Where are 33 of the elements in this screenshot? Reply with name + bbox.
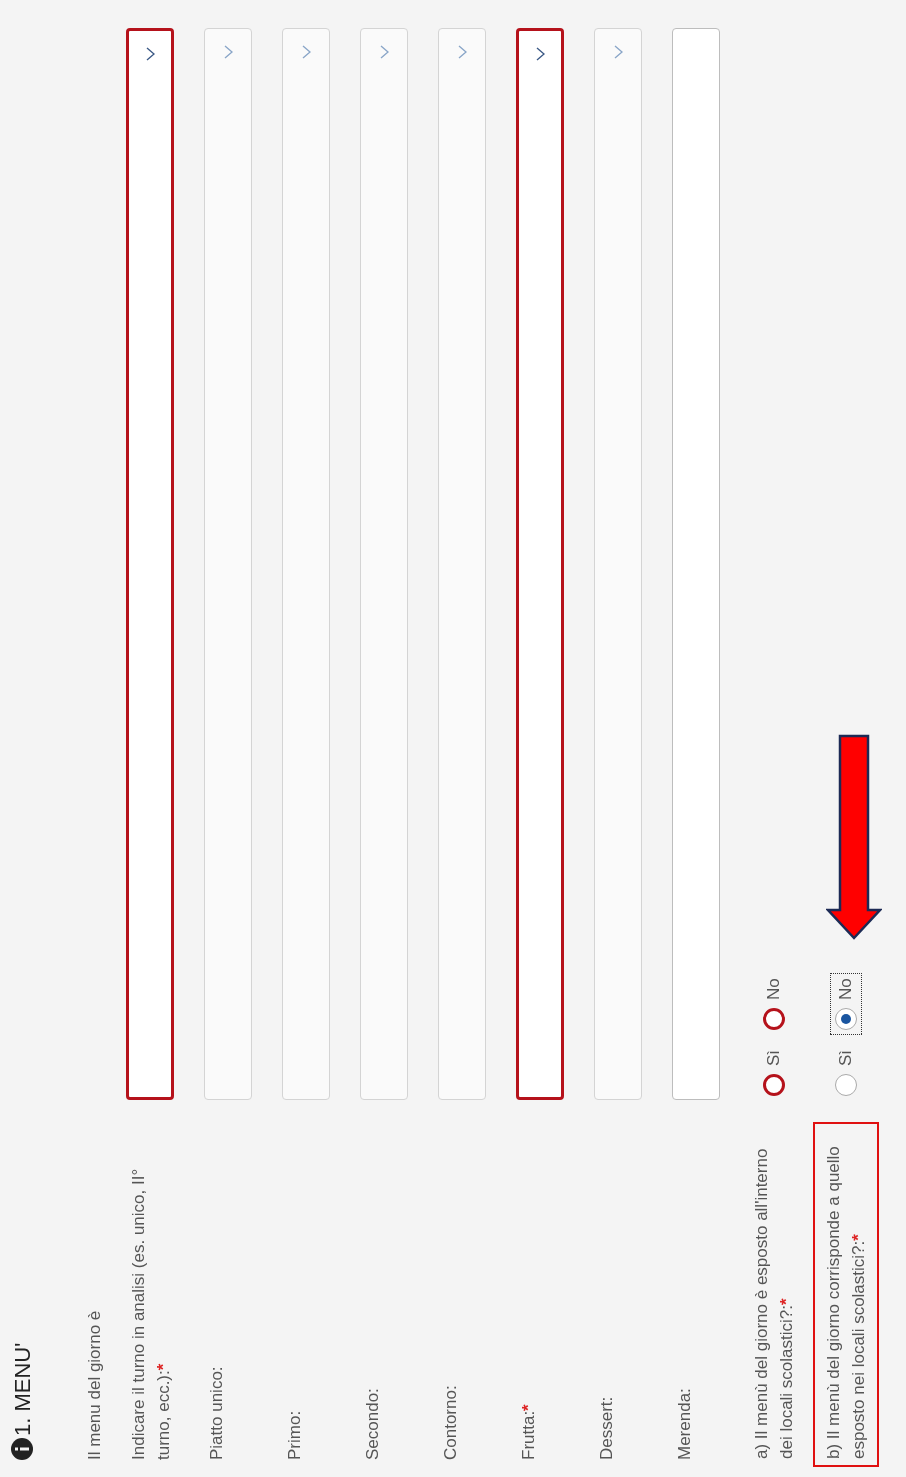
field-label: Primo:: [285, 1410, 304, 1460]
radio-label: Sì: [763, 1049, 785, 1066]
dropdown-field[interactable]: [126, 28, 174, 1100]
radio-button[interactable]: [763, 1007, 785, 1030]
dropdown-field[interactable]: [516, 28, 564, 1100]
input-field[interactable]: [672, 28, 720, 1100]
radio-label: No: [835, 978, 857, 1000]
field-label: Contorno:: [441, 1385, 460, 1460]
chevron-down-icon: [613, 45, 623, 59]
radio-label: No: [763, 978, 785, 1000]
section-title: 1. MENU': [8, 1342, 36, 1436]
chevron-down-icon: [145, 47, 155, 61]
info-icon: [11, 1438, 33, 1460]
radio-button[interactable]: [835, 1007, 857, 1030]
chevron-down-icon: [457, 45, 467, 59]
field-label: Frutta:*: [519, 1404, 538, 1460]
field-label: Dessert:: [597, 1396, 616, 1460]
section-subtitle: Il menu del giorno è: [85, 1310, 104, 1460]
radio-label: Sì: [835, 1049, 857, 1066]
chevron-down-icon: [535, 47, 545, 61]
chevron-down-icon: [301, 45, 311, 59]
field-label: Secondo:: [363, 1388, 382, 1460]
question-label: b) Il menù del giorno corrisponde a quello esposto nei locali scolastici?:*: [824, 1146, 868, 1459]
radio-option[interactable]: Sì: [759, 1045, 789, 1100]
chevron-down-icon: [379, 45, 389, 59]
field-label: Piatto unico:: [207, 1366, 226, 1460]
radio-option[interactable]: Sì: [831, 1045, 861, 1100]
radio-option[interactable]: No: [831, 974, 861, 1034]
radio-option[interactable]: No: [759, 974, 789, 1034]
chevron-down-icon: [223, 45, 233, 59]
radio-button[interactable]: [763, 1074, 785, 1096]
radio-button[interactable]: [835, 1074, 857, 1096]
field-label: Merenda:: [675, 1388, 694, 1460]
